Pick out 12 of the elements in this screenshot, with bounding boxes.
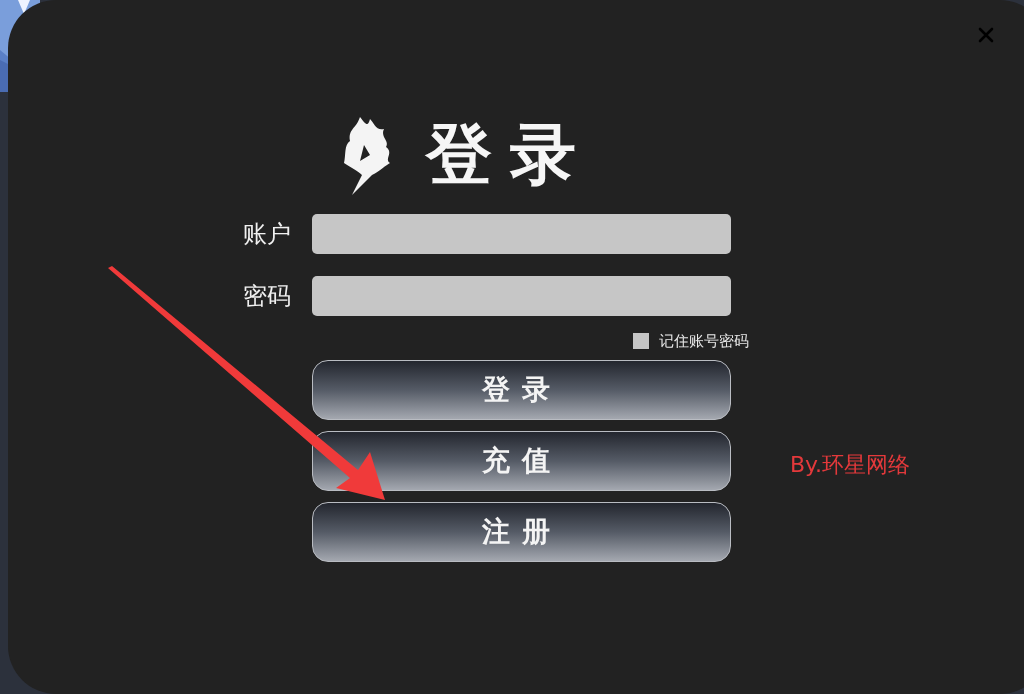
- action-button[interactable]: 充值: [312, 431, 731, 491]
- action-button[interactable]: 注册: [312, 502, 731, 562]
- input-field[interactable]: [312, 214, 731, 254]
- action-button[interactable]: 登录: [312, 360, 731, 420]
- close-icon[interactable]: [978, 27, 994, 43]
- checkbox-label: 记住账号密码: [659, 331, 749, 351]
- field-label: 密码: [242, 281, 291, 312]
- checkbox[interactable]: [633, 333, 649, 349]
- credit-text: By.环星网络: [790, 451, 910, 479]
- dialog-title: 登录: [426, 115, 594, 195]
- field-label: 账户: [242, 219, 291, 250]
- input-field[interactable]: [312, 276, 731, 316]
